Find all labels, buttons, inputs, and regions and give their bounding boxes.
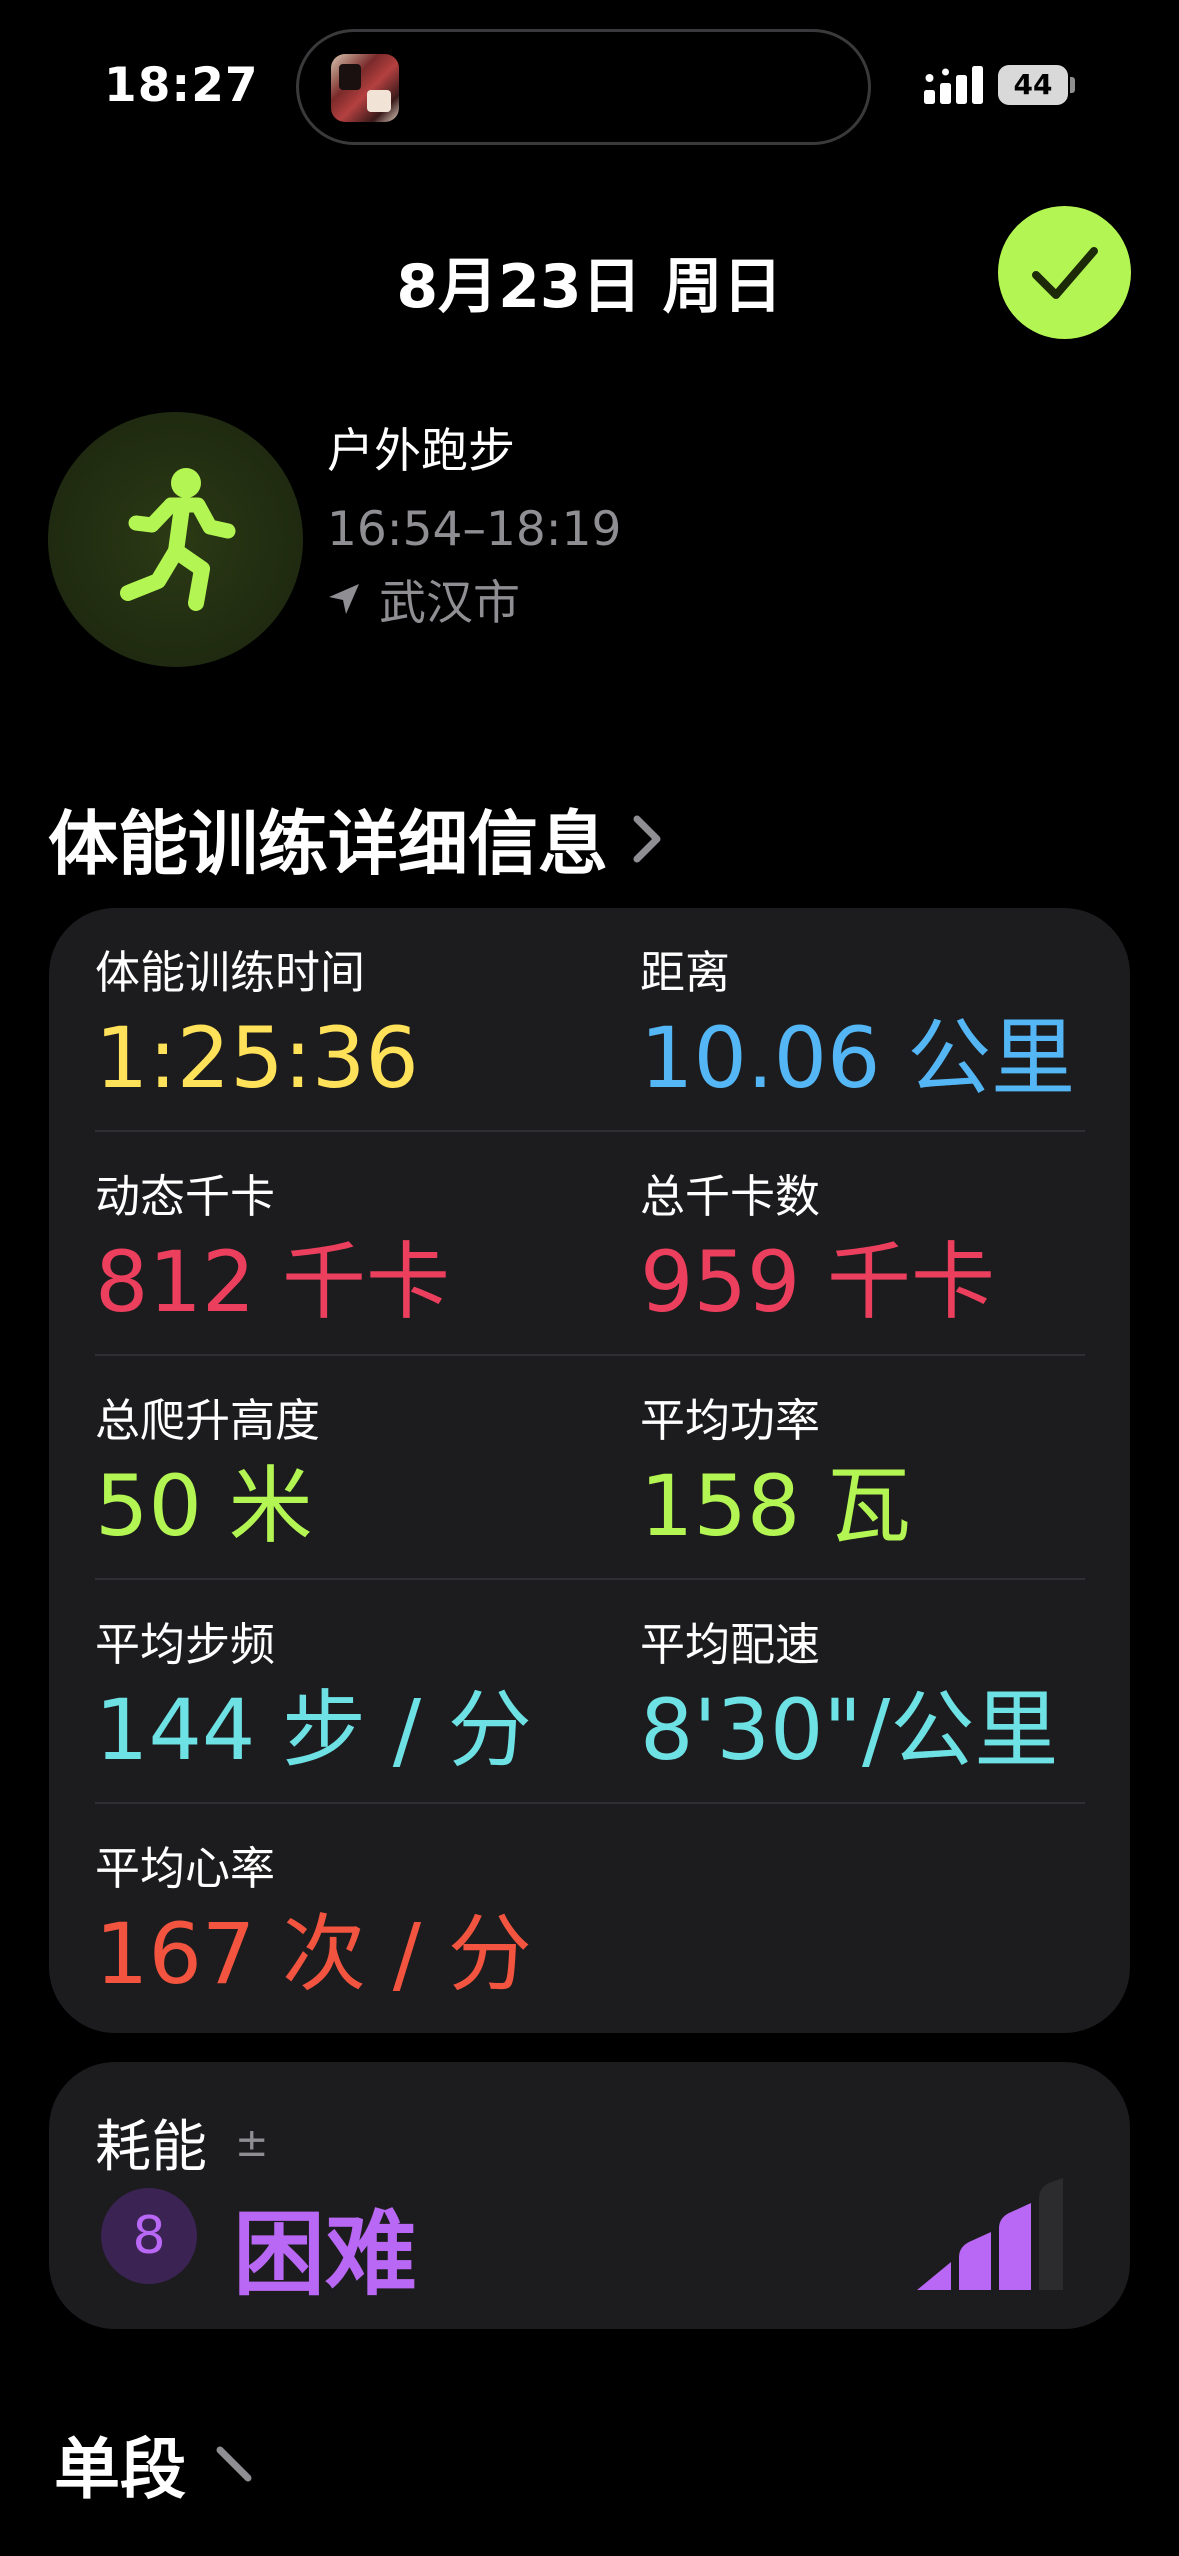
divider — [95, 1354, 1085, 1356]
effort-card[interactable]: 耗能 ± 8 困难 — [49, 2062, 1130, 2329]
metric-value: 1:25:36 — [95, 1009, 419, 1107]
workout-time-range: 16:54–18:19 — [327, 502, 622, 557]
dynamic-island[interactable] — [296, 29, 871, 145]
workout-type-badge — [48, 412, 303, 667]
splits-section-title: 单段 — [54, 2431, 186, 2508]
metric-distance: 距离 10.06 公里 — [640, 946, 1075, 1106]
chevron-right-icon — [633, 815, 661, 862]
metric-value: 50 米 — [95, 1457, 313, 1555]
metric-total-calories: 总千卡数 959 千卡 — [640, 1170, 995, 1330]
metric-value: 144 步 / 分 — [95, 1681, 532, 1779]
workout-name: 户外跑步 — [327, 424, 515, 479]
metric-value: 812 千卡 — [95, 1233, 451, 1331]
now-playing-artwork[interactable] — [331, 54, 399, 122]
details-section-title: 体能训练详细信息 — [48, 803, 608, 885]
effort-level: 困难 — [233, 2201, 418, 2308]
metric-average-pace: 平均配速 8'30"/公里 — [640, 1618, 1058, 1778]
status-time: 18:27 — [104, 58, 259, 113]
battery-indicator: 44 — [998, 65, 1068, 105]
workout-details-card[interactable]: 体能训练时间 1:25:36 距离 10.06 公里 动态千卡 812 千卡 总… — [49, 908, 1130, 2033]
metric-average-cadence: 平均步频 144 步 / 分 — [95, 1618, 532, 1778]
metric-label: 总爬升高度 — [95, 1394, 321, 1447]
checkmark-icon — [1031, 246, 1098, 299]
battery-tip — [1070, 77, 1075, 93]
metric-value: 167 次 / 分 — [95, 1905, 532, 2003]
metric-workout-time: 体能训练时间 1:25:36 — [95, 946, 419, 1106]
metric-label: 动态千卡 — [95, 1170, 276, 1223]
divider — [95, 1130, 1085, 1132]
effort-label-row: 耗能 ± — [95, 2102, 269, 2183]
chevron-right-icon — [216, 2446, 252, 2482]
metric-active-calories: 动态千卡 812 千卡 — [95, 1170, 450, 1330]
running-figure-icon — [119, 467, 235, 611]
metric-label: 体能训练时间 — [95, 946, 366, 999]
divider — [95, 1578, 1085, 1580]
metric-value: 10.06 公里 — [640, 1009, 1076, 1107]
divider — [95, 1802, 1085, 1804]
cellular-signal-icon — [924, 66, 983, 104]
location-arrow-icon — [329, 583, 359, 614]
workout-location: 武汉市 — [327, 564, 520, 633]
metric-label: 平均功率 — [640, 1394, 821, 1447]
plus-minus-icon[interactable]: ± — [235, 2120, 269, 2166]
metric-label: 平均步频 — [95, 1618, 276, 1671]
effort-score-badge: 8 — [101, 2188, 197, 2284]
done-button[interactable] — [998, 206, 1131, 339]
metric-elevation-gain: 总爬升高度 50 米 — [95, 1394, 320, 1554]
metric-label: 距离 — [640, 946, 731, 999]
metric-value: 959 千卡 — [640, 1233, 996, 1331]
effort-level-bars-icon — [917, 2178, 1063, 2290]
metric-label: 平均心率 — [95, 1842, 276, 1895]
splits-section-header[interactable]: 单段 — [54, 2416, 254, 2512]
metric-value: 158 瓦 — [640, 1457, 912, 1555]
metric-value: 8'30"/公里 — [640, 1681, 1059, 1779]
metric-average-power: 平均功率 158 瓦 — [640, 1394, 911, 1554]
metric-label: 总千卡数 — [640, 1170, 821, 1223]
metric-label: 平均配速 — [640, 1618, 821, 1671]
details-section-header[interactable]: 体能训练详细信息 — [48, 788, 664, 889]
metric-average-heart-rate: 平均心率 167 次 / 分 — [95, 1842, 532, 2002]
workout-location-text: 武汉市 — [379, 576, 520, 631]
effort-label: 耗能 — [95, 2115, 207, 2180]
